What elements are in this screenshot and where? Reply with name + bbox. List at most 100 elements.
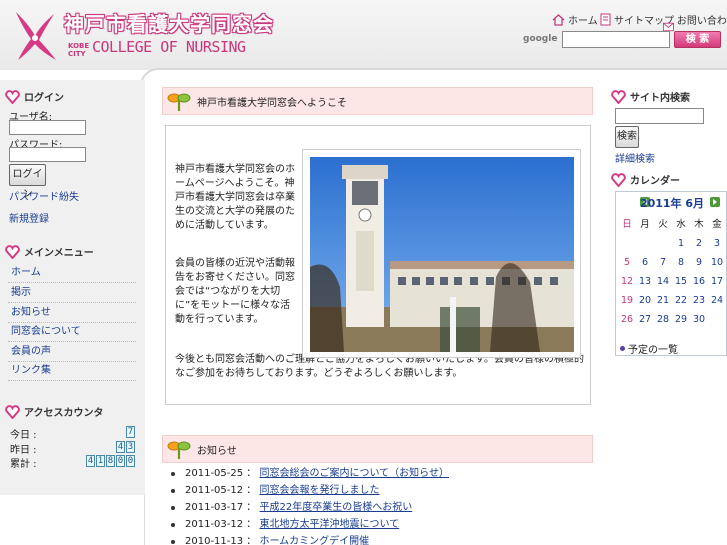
news-link[interactable]: 同窓会会報を発行しました [259,485,379,496]
welcome-box: 神戸市看護大学同窓会のホームページへようこそ。神戸市看護大学同窓会は卒業生の交流… [165,125,591,405]
google-search-button[interactable]: 検 索 [674,31,721,48]
calendar-day[interactable]: 23 [690,292,708,310]
login-title: ログイン [5,89,64,104]
register-link[interactable]: 新規登録 [9,210,49,225]
calendar-day[interactable]: 27 [636,311,654,329]
counter-digit: 3 [126,441,135,453]
news-link[interactable]: 東北地方太平洋沖地震について [259,519,399,530]
counter-digits: 7 [126,426,135,438]
counter-digit: 8 [106,455,115,467]
calendar-weekday: 火 [658,219,668,230]
menu-item-news[interactable]: お知らせ [8,303,136,323]
counter-digits: 41800 [86,455,135,467]
calendar-day[interactable]: 19 [618,292,636,310]
counter-digits: 43 [116,441,135,453]
news-date: 2010-11-13 [185,536,244,545]
menu-item-board[interactable]: 掲示 [8,283,136,303]
calendar-day[interactable]: 26 [618,311,636,329]
calendar-grid: 日月火水木金土123456789101112131415161718192021… [618,216,727,329]
calendar-weekday: 水 [676,219,686,230]
logo-icon [16,12,56,60]
welcome-paragraph: 神戸市看護大学同窓会のホームページへようこそ。神戸市看護大学同窓会は卒業生の交流… [175,164,295,231]
calendar-day[interactable]: 6 [636,254,654,272]
password-input[interactable] [9,147,86,162]
calendar-day[interactable]: 28 [654,311,672,329]
news-link[interactable]: 同窓会総会のご案内について（お知らせ） [259,468,449,479]
heart-icon [5,404,20,419]
menu-item-voices[interactable]: 会員の声 [8,342,136,362]
calendar-day[interactable]: 29 [672,311,690,329]
news-date: 2011-05-25 [185,468,244,479]
news-header: お知らせ [162,435,593,463]
news-list: 2011-05-25 ： 同窓会総会のご案内について（お知らせ） 2011-05… [171,465,601,545]
sprout-icon [167,93,191,111]
calendar-day[interactable]: 16 [690,273,708,291]
login-button[interactable]: ログイン [9,164,46,200]
welcome-title: 神戸市看護大学同窓会へようこそ [197,97,347,109]
news-item: 2010-11-13 ： ホームカミングデイ開催 [171,533,601,545]
menu-item-links[interactable]: リンク集 [8,361,136,381]
news-date: 2011-05-12 [185,485,244,496]
news-item: 2011-05-25 ： 同窓会総会のご案内について（お知らせ） [171,465,601,482]
calendar-day[interactable]: 2 [690,235,708,253]
calendar-day [708,311,726,329]
calendar-day[interactable]: 12 [618,273,636,291]
document-icon [600,13,611,26]
calendar-day [618,235,636,253]
sprout-icon [167,441,191,459]
calendar-weekday: 月 [640,219,650,230]
menu-item-about[interactable]: 同窓会について [8,322,136,342]
campus-photo-frame [302,149,581,358]
news-date: 2011-03-12 [185,519,244,530]
news-date: 2011-03-17 [185,502,244,513]
welcome-paragraph: 会員の皆様の近況や活動報告をお寄せください。同窓会では“つながりを大切に”をモッ… [175,258,295,325]
calendar-day[interactable]: 21 [654,292,672,310]
counter-digit: 0 [126,455,135,467]
calendar-day[interactable]: 7 [654,254,672,272]
calendar-day[interactable]: 3 [708,235,726,253]
calendar-day[interactable]: 17 [708,273,726,291]
calendar-weekday: 日 [622,219,632,230]
calendar-day[interactable]: 5 [618,254,636,272]
calendar-day[interactable]: 9 [690,254,708,272]
page: 神戸市看護大学同窓会 KOBE CITY COLLEGE OF NURSING ホ… [0,0,727,545]
calendar-day [654,235,672,253]
main-menu-title: メインメニュー [5,244,94,259]
site-search-button[interactable]: 検索 [615,126,639,148]
calendar-day[interactable]: 13 [636,273,654,291]
calendar-day[interactable]: 20 [636,292,654,310]
schedule-list-link[interactable]: 予定の一覧 [628,341,678,356]
calendar-day[interactable]: 15 [672,273,690,291]
heart-icon [5,89,20,104]
news-link[interactable]: ホームカミングデイ開催 [259,536,369,545]
calendar-weekday: 木 [694,219,704,230]
calendar-day[interactable]: 1 [672,235,690,253]
news-item: 2011-03-12 ： 東北地方太平洋沖地震について [171,516,601,533]
calendar-day[interactable]: 22 [672,292,690,310]
counter-today: 今日 : 7 [10,426,135,441]
bullet-icon [620,346,625,351]
username-input[interactable] [9,120,86,135]
counter-digit: 1 [96,455,105,467]
heart-icon [611,172,626,187]
calendar-day [636,235,654,253]
news-item: 2011-03-17 ： 平成22年度卒業生の皆様へお祝い [171,499,601,516]
news-link[interactable]: 平成22年度卒業生の皆様へお祝い [259,502,412,513]
home-link[interactable]: ホーム [552,12,598,27]
next-month-icon[interactable] [710,197,720,207]
calendar-weekday: 金 [712,219,722,230]
calendar-day[interactable]: 10 [708,254,726,272]
calendar-footer: 予定の一覧 [620,341,678,356]
google-search-input[interactable] [562,31,670,48]
advanced-search-link[interactable]: 詳細検索 [615,150,655,165]
college-name: COLLEGE OF NURSING [92,38,246,56]
calendar-title: カレンダー [611,172,680,187]
calendar-day[interactable]: 30 [690,311,708,329]
counter-title: アクセスカウンタ [5,404,104,419]
menu-item-home[interactable]: ホーム [8,263,136,283]
calendar-day[interactable]: 24 [708,292,726,310]
site-search-input[interactable] [615,108,704,124]
calendar-day[interactable]: 8 [672,254,690,272]
calendar-day[interactable]: 14 [654,273,672,291]
lost-password-link[interactable]: パスワード紛失 [9,188,79,203]
